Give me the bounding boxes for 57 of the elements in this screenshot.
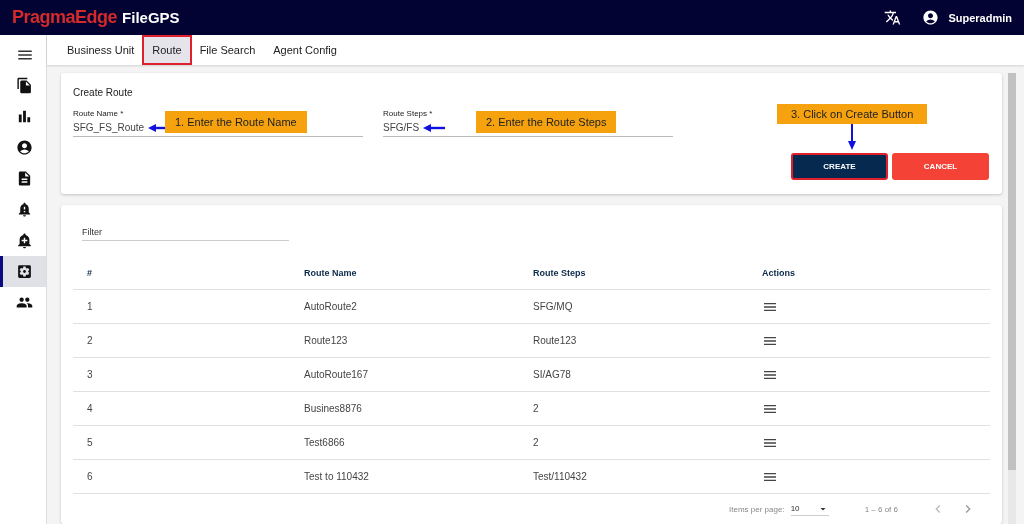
table-cell-text: 6 <box>87 471 94 482</box>
table-cell-text: SI/AG78 <box>533 369 572 380</box>
translate-icon[interactable] <box>884 9 902 26</box>
table-cell-text: 5 <box>87 437 94 448</box>
column-header: # <box>87 267 93 278</box>
table-cell-text: Busines8876 <box>304 403 363 414</box>
card-title: Create Route <box>73 87 134 98</box>
product-name: FileGPS <box>122 9 180 26</box>
scrollbar[interactable] <box>1008 73 1016 524</box>
tab[interactable]: File Search <box>191 37 264 63</box>
brand-logo: PragmaEdge <box>12 7 118 28</box>
arrow-icon <box>423 123 446 132</box>
page-range: 1 – 6 of 6 <box>864 504 898 514</box>
table-cell-text: Route123 <box>304 335 349 346</box>
table-cell-text: Test to 110432 <box>304 471 370 482</box>
table-cell-text: Test6866 <box>304 437 346 448</box>
settings-icon <box>16 263 33 280</box>
field-value: SFG/FS <box>383 122 420 133</box>
text-field[interactable]: Route Name * SFG_FS_Route 1. Enter the Route Name <box>73 109 363 137</box>
document-icon <box>16 170 33 187</box>
files-icon <box>16 77 33 94</box>
bell-plus-icon <box>16 232 33 249</box>
callout-note: 1. Enter the Route Name <box>165 111 307 133</box>
field-label: Route Steps * <box>383 109 434 118</box>
table-cell-text: 1 <box>87 301 94 312</box>
bell-icon <box>16 201 33 218</box>
table-cell-text: Route123 <box>533 335 578 346</box>
column-header: Route Name <box>304 267 358 278</box>
create-button[interactable]: CREATE <box>791 153 888 180</box>
text-field[interactable]: Route Steps * SFG/FS 2. Enter the Route Steps <box>383 109 673 137</box>
cancel-button[interactable]: CANCEL <box>892 153 989 180</box>
table-cell-text: SFG/MQ <box>533 301 574 312</box>
callout-note: 2. Enter the Route Steps <box>476 111 617 133</box>
column-header: Route Steps <box>533 267 587 278</box>
page-size-select[interactable]: 10 <box>790 502 829 516</box>
tab[interactable]: Route <box>144 37 190 63</box>
table-cell-text: AutoRoute2 <box>304 301 358 312</box>
sidebar-item[interactable] <box>0 256 46 287</box>
field-value: SFG_FS_Route <box>73 122 145 133</box>
table-cell-text: 2 <box>533 403 540 414</box>
user-name: Superadmin <box>948 11 1012 24</box>
account-icon <box>16 139 33 156</box>
table-cell-text: 3 <box>87 369 94 380</box>
table-cell-text: Test/110432 <box>533 471 588 482</box>
arrow-icon <box>848 124 857 150</box>
bar-chart-icon <box>16 108 33 125</box>
column-header: Actions <box>762 267 796 278</box>
table-cell-text: AutoRoute167 <box>304 369 369 380</box>
filter-field[interactable]: Filter <box>82 227 289 241</box>
tab[interactable]: Agent Config <box>265 37 345 63</box>
items-per-page-label: Items per page: <box>729 504 785 514</box>
table-cell-text: 2 <box>87 335 94 346</box>
table-cell-text: 4 <box>87 403 94 414</box>
account-icon[interactable] <box>922 9 940 26</box>
field-label: Route Name * <box>73 109 125 118</box>
table-cell-text: 2 <box>533 437 540 448</box>
tab[interactable]: Business Unit <box>59 37 143 63</box>
